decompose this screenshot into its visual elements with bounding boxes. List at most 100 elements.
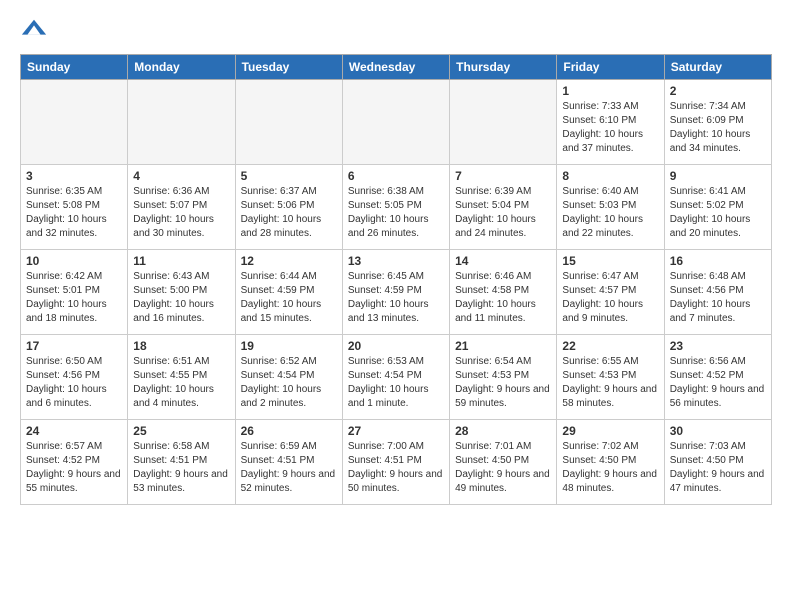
day-number: 20: [348, 339, 444, 353]
calendar-cell: [21, 80, 128, 165]
day-info: Sunrise: 6:45 AM Sunset: 4:59 PM Dayligh…: [348, 270, 444, 326]
day-info: Sunrise: 6:55 AM Sunset: 4:53 PM Dayligh…: [562, 355, 658, 411]
calendar-cell: 3Sunrise: 6:35 AM Sunset: 5:08 PM Daylig…: [21, 165, 128, 250]
day-number: 10: [26, 254, 122, 268]
week-row-3: 10 Sunrise: 6:42 AM Sunset: 5:01 PM Dayli…: [21, 250, 772, 335]
day-number: 18: [133, 339, 229, 353]
week-row-1: 1Sunrise: 7:33 AM Sunset: 6:10 PM Daylig…: [21, 80, 772, 165]
calendar-cell: 16 Sunrise: 6:48 AM Sunset: 4:56 PM Dayli…: [664, 250, 771, 335]
logo: [20, 16, 52, 44]
day-info: Sunrise: 6:47 AM Sunset: 4:57 PM Dayligh…: [562, 270, 658, 326]
calendar-cell: 5Sunrise: 6:37 AM Sunset: 5:06 PM Daylig…: [235, 165, 342, 250]
day-info: Sunrise: 6:53 AM Sunset: 4:54 PM Dayligh…: [348, 355, 444, 411]
calendar-cell: 27Sunrise: 7:00 AM Sunset: 4:51 PM Dayli…: [342, 420, 449, 505]
day-number: 27: [348, 424, 444, 438]
day-number: 19: [241, 339, 337, 353]
day-number: 30: [670, 424, 766, 438]
day-number: 15: [562, 254, 658, 268]
day-info: Sunrise: 7:34 AM Sunset: 6:09 PM Dayligh…: [670, 100, 766, 156]
calendar-cell: 10 Sunrise: 6:42 AM Sunset: 5:01 PM Dayli…: [21, 250, 128, 335]
day-number: 6: [348, 169, 444, 183]
calendar-table: SundayMondayTuesdayWednesdayThursdayFrid…: [20, 54, 772, 505]
calendar-cell: 12 Sunrise: 6:44 AM Sunset: 4:59 PM Dayli…: [235, 250, 342, 335]
week-row-2: 3Sunrise: 6:35 AM Sunset: 5:08 PM Daylig…: [21, 165, 772, 250]
day-number: 9: [670, 169, 766, 183]
day-info: Sunrise: 6:42 AM Sunset: 5:01 PM Dayligh…: [26, 270, 122, 326]
day-number: 21: [455, 339, 551, 353]
calendar-cell: [342, 80, 449, 165]
calendar-cell: 25Sunrise: 6:58 AM Sunset: 4:51 PM Dayli…: [128, 420, 235, 505]
weekday-header-thursday: Thursday: [450, 55, 557, 80]
day-info: Sunrise: 6:39 AM Sunset: 5:04 PM Dayligh…: [455, 185, 551, 241]
day-info: Sunrise: 6:57 AM Sunset: 4:52 PM Dayligh…: [26, 440, 122, 496]
calendar-cell: 11 Sunrise: 6:43 AM Sunset: 5:00 PM Dayli…: [128, 250, 235, 335]
calendar-cell: 18 Sunrise: 6:51 AM Sunset: 4:55 PM Dayli…: [128, 335, 235, 420]
day-number: 4: [133, 169, 229, 183]
day-number: 7: [455, 169, 551, 183]
day-number: 14: [455, 254, 551, 268]
calendar-cell: 6 Sunrise: 6:38 AM Sunset: 5:05 PM Daylig…: [342, 165, 449, 250]
calendar-cell: 26Sunrise: 6:59 AM Sunset: 4:51 PM Dayli…: [235, 420, 342, 505]
calendar-cell: 28 Sunrise: 7:01 AM Sunset: 4:50 PM Dayli…: [450, 420, 557, 505]
day-number: 28: [455, 424, 551, 438]
weekday-header-friday: Friday: [557, 55, 664, 80]
calendar-cell: 15 Sunrise: 6:47 AM Sunset: 4:57 PM Dayli…: [557, 250, 664, 335]
day-number: 1: [562, 84, 658, 98]
calendar-cell: 30Sunrise: 7:03 AM Sunset: 4:50 PM Dayli…: [664, 420, 771, 505]
day-info: Sunrise: 6:37 AM Sunset: 5:06 PM Dayligh…: [241, 185, 337, 241]
calendar-cell: 19 Sunrise: 6:52 AM Sunset: 4:54 PM Dayli…: [235, 335, 342, 420]
weekday-header-saturday: Saturday: [664, 55, 771, 80]
weekday-header-row: SundayMondayTuesdayWednesdayThursdayFrid…: [21, 55, 772, 80]
day-info: Sunrise: 6:56 AM Sunset: 4:52 PM Dayligh…: [670, 355, 766, 411]
day-info: Sunrise: 6:41 AM Sunset: 5:02 PM Dayligh…: [670, 185, 766, 241]
day-number: 26: [241, 424, 337, 438]
day-info: Sunrise: 6:46 AM Sunset: 4:58 PM Dayligh…: [455, 270, 551, 326]
day-info: Sunrise: 6:43 AM Sunset: 5:00 PM Dayligh…: [133, 270, 229, 326]
day-info: Sunrise: 6:40 AM Sunset: 5:03 PM Dayligh…: [562, 185, 658, 241]
week-row-4: 17 Sunrise: 6:50 AM Sunset: 4:56 PM Dayli…: [21, 335, 772, 420]
calendar-cell: 4 Sunrise: 6:36 AM Sunset: 5:07 PM Daylig…: [128, 165, 235, 250]
calendar-cell: 8 Sunrise: 6:40 AM Sunset: 5:03 PM Daylig…: [557, 165, 664, 250]
day-number: 22: [562, 339, 658, 353]
weekday-header-sunday: Sunday: [21, 55, 128, 80]
calendar-cell: 2 Sunrise: 7:34 AM Sunset: 6:09 PM Daylig…: [664, 80, 771, 165]
calendar-cell: 9 Sunrise: 6:41 AM Sunset: 5:02 PM Daylig…: [664, 165, 771, 250]
calendar-cell: 1Sunrise: 7:33 AM Sunset: 6:10 PM Daylig…: [557, 80, 664, 165]
day-info: Sunrise: 6:50 AM Sunset: 4:56 PM Dayligh…: [26, 355, 122, 411]
day-number: 2: [670, 84, 766, 98]
day-info: Sunrise: 6:36 AM Sunset: 5:07 PM Dayligh…: [133, 185, 229, 241]
day-info: Sunrise: 6:48 AM Sunset: 4:56 PM Dayligh…: [670, 270, 766, 326]
calendar-cell: [450, 80, 557, 165]
day-info: Sunrise: 6:54 AM Sunset: 4:53 PM Dayligh…: [455, 355, 551, 411]
day-info: Sunrise: 6:58 AM Sunset: 4:51 PM Dayligh…: [133, 440, 229, 496]
calendar-cell: 29 Sunrise: 7:02 AM Sunset: 4:50 PM Dayli…: [557, 420, 664, 505]
day-number: 12: [241, 254, 337, 268]
calendar-cell: 14 Sunrise: 6:46 AM Sunset: 4:58 PM Dayli…: [450, 250, 557, 335]
calendar-cell: 20 Sunrise: 6:53 AM Sunset: 4:54 PM Dayli…: [342, 335, 449, 420]
day-info: Sunrise: 6:44 AM Sunset: 4:59 PM Dayligh…: [241, 270, 337, 326]
calendar-cell: 23 Sunrise: 6:56 AM Sunset: 4:52 PM Dayli…: [664, 335, 771, 420]
day-number: 24: [26, 424, 122, 438]
day-info: Sunrise: 7:01 AM Sunset: 4:50 PM Dayligh…: [455, 440, 551, 496]
week-row-5: 24 Sunrise: 6:57 AM Sunset: 4:52 PM Dayli…: [21, 420, 772, 505]
day-number: 13: [348, 254, 444, 268]
day-info: Sunrise: 6:51 AM Sunset: 4:55 PM Dayligh…: [133, 355, 229, 411]
day-info: Sunrise: 7:02 AM Sunset: 4:50 PM Dayligh…: [562, 440, 658, 496]
header: [20, 16, 772, 44]
calendar-cell: 7 Sunrise: 6:39 AM Sunset: 5:04 PM Daylig…: [450, 165, 557, 250]
calendar-cell: 24 Sunrise: 6:57 AM Sunset: 4:52 PM Dayli…: [21, 420, 128, 505]
logo-icon: [20, 16, 48, 44]
calendar-cell: 13 Sunrise: 6:45 AM Sunset: 4:59 PM Dayli…: [342, 250, 449, 335]
calendar-cell: 21 Sunrise: 6:54 AM Sunset: 4:53 PM Dayli…: [450, 335, 557, 420]
day-number: 3: [26, 169, 122, 183]
day-number: 23: [670, 339, 766, 353]
day-info: Sunrise: 6:52 AM Sunset: 4:54 PM Dayligh…: [241, 355, 337, 411]
day-number: 16: [670, 254, 766, 268]
calendar-page: SundayMondayTuesdayWednesdayThursdayFrid…: [0, 0, 792, 521]
day-number: 29: [562, 424, 658, 438]
weekday-header-wednesday: Wednesday: [342, 55, 449, 80]
day-number: 11: [133, 254, 229, 268]
day-info: Sunrise: 6:38 AM Sunset: 5:05 PM Dayligh…: [348, 185, 444, 241]
day-number: 8: [562, 169, 658, 183]
day-number: 17: [26, 339, 122, 353]
